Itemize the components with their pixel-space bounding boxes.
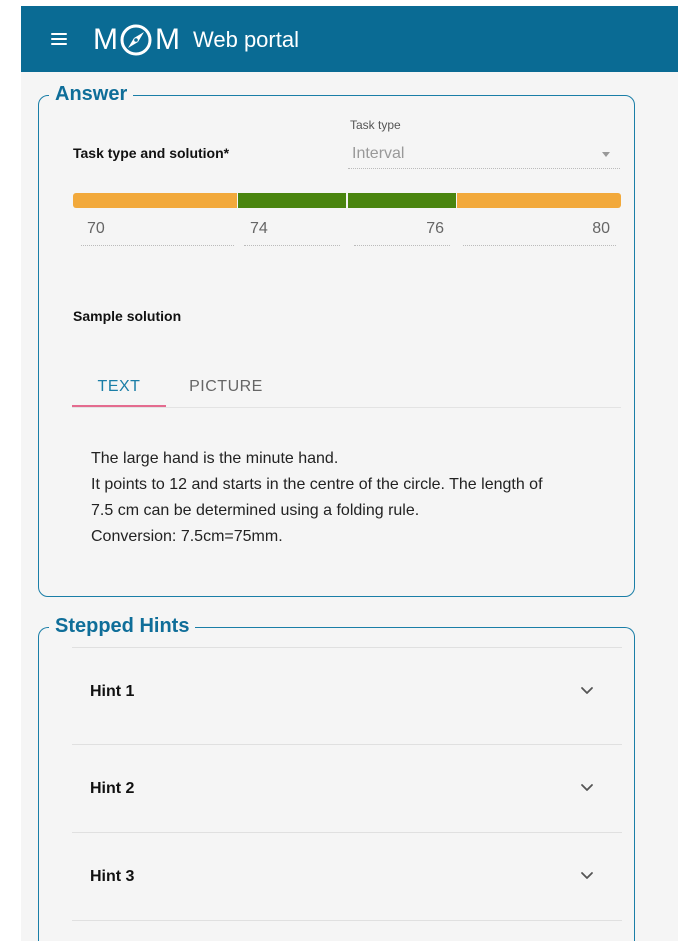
hint-label: Hint 1: [90, 683, 135, 700]
chevron-down-icon: [581, 872, 593, 879]
interval-lower-input[interactable]: 74: [244, 216, 340, 246]
app-logo[interactable]: M M: [93, 20, 180, 60]
interval-min-input[interactable]: 70: [81, 216, 234, 246]
hint-item-1[interactable]: Hint 1: [72, 647, 622, 735]
answer-legend: Answer: [49, 81, 134, 107]
tab-picture[interactable]: PICTURE: [176, 367, 276, 407]
interval-bar-outer-right: [457, 193, 621, 208]
app-title: Web portal: [193, 27, 299, 52]
active-tab-indicator: [72, 405, 166, 407]
chevron-down-icon: [581, 784, 593, 791]
interval-lower-value: 74: [250, 220, 268, 237]
tabs-divider: [72, 407, 621, 408]
logo-letter-right: M: [155, 23, 180, 56]
hint-item-3[interactable]: Hint 3: [72, 832, 622, 920]
interval-min-value: 70: [87, 220, 105, 237]
logo-letter-left: M: [93, 23, 118, 56]
dropdown-arrow-icon: [602, 152, 610, 157]
task-type-select[interactable]: Task type Interval: [348, 116, 620, 170]
solution-line-3: 7.5 cm can be determined using a folding…: [91, 502, 420, 519]
solution-line-4: Conversion: 7.5cm=75mm.: [91, 528, 283, 545]
stepped-hints-legend: Stepped Hints: [49, 613, 196, 639]
interval-upper-input[interactable]: 76: [354, 216, 450, 246]
interval-upper-value: 76: [426, 220, 444, 237]
sample-solution-label: Sample solution: [73, 308, 182, 324]
chevron-down-icon: [581, 687, 593, 694]
hint-label: Hint 2: [90, 780, 135, 797]
task-type-caption: Task type: [350, 118, 401, 132]
app-bar: M M Web portal: [21, 6, 678, 72]
task-type-value: Interval: [352, 145, 405, 162]
compass-icon: [120, 24, 152, 56]
interval-max-input[interactable]: 80: [463, 216, 616, 246]
solution-line-2: It points to 12 and starts in the centre…: [91, 476, 543, 493]
interval-bar-inner-left: [238, 193, 346, 208]
hints-bottom-divider: [72, 920, 622, 921]
solution-line-1: The large hand is the minute hand.: [91, 450, 339, 467]
page: M M Web portal Answer Task type and solu…: [0, 0, 678, 941]
hint-item-2[interactable]: Hint 2: [72, 744, 622, 832]
solution-text: The large hand is the minute hand. It po…: [91, 446, 611, 550]
hamburger-menu-icon[interactable]: [51, 28, 67, 50]
hint-label: Hint 3: [90, 868, 135, 885]
interval-max-value: 80: [592, 220, 610, 237]
interval-bar-outer-left: [73, 193, 237, 208]
tab-text[interactable]: TEXT: [72, 367, 166, 407]
task-type-solution-label: Task type and solution*: [73, 145, 230, 161]
interval-bar-inner-right: [348, 193, 456, 208]
task-type-underline: [348, 168, 620, 169]
